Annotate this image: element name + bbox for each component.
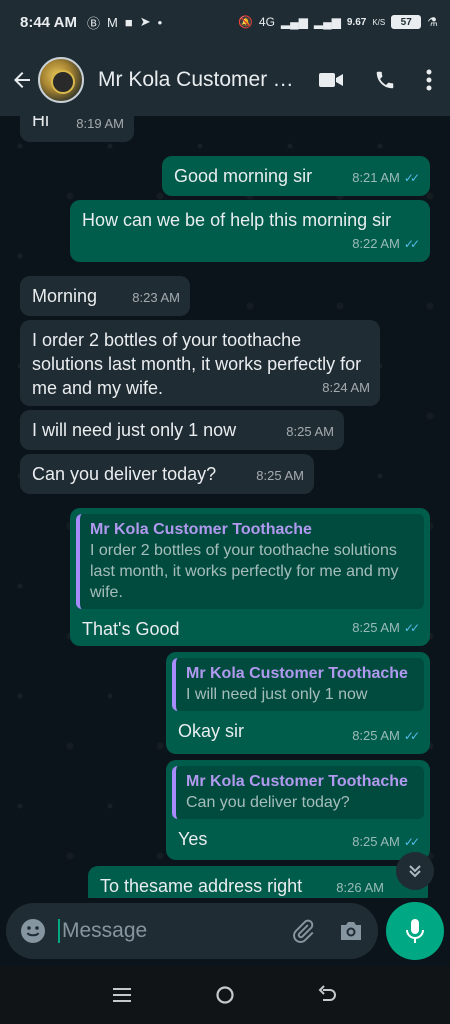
signal-icon: ▂▄▆ [280, 15, 308, 29]
mic-button[interactable] [386, 902, 444, 960]
message-time: 8:25 AM [286, 424, 334, 439]
read-ticks-icon: ✓✓ [403, 835, 420, 849]
attach-icon[interactable] [290, 918, 316, 944]
message-input[interactable]: Message [58, 919, 290, 943]
chat-header: Mr Kola Customer Toothache [0, 44, 450, 116]
quoted-message[interactable]: Mr Kola Customer Toothache Can you deliv… [172, 766, 424, 819]
gmail-icon: M [106, 14, 118, 30]
quoted-sender-name: Mr Kola Customer Toothache [90, 521, 312, 538]
message-composer: Message [0, 898, 450, 964]
message-outgoing-reply[interactable]: Mr Kola Customer Toothache I order 2 bot… [70, 508, 430, 646]
quoted-message[interactable]: Mr Kola Customer Toothache I order 2 bot… [76, 514, 424, 609]
message-text: Morning [32, 286, 98, 306]
read-ticks-icon: ✓✓ [403, 729, 420, 743]
message-text: Okay sir [178, 721, 245, 741]
b-icon: Ⓑ [86, 15, 100, 31]
message-time: 8:21 AM [352, 170, 400, 185]
message-text: Yes [178, 829, 208, 849]
message-text: That's Good [82, 619, 180, 639]
message-outgoing[interactable]: To thesame address right 8:26 AM [88, 866, 428, 898]
message-time: 8:23 AM [132, 290, 180, 305]
message-text: Good morning sir [174, 166, 313, 186]
contact-name[interactable]: Mr Kola Customer Toothache [98, 68, 298, 92]
camera-icon[interactable] [338, 919, 364, 943]
message-time: 8:26 AM [336, 880, 384, 895]
message-time: 8:19 AM [76, 116, 124, 131]
message-text: I will need just only 1 now [32, 420, 237, 440]
square-icon: ■ [124, 14, 133, 30]
mute-icon: 🔕 [237, 15, 253, 29]
quoted-sender-name: Mr Kola Customer Toothache [186, 665, 408, 682]
message-outgoing-reply[interactable]: Mr Kola Customer Toothache Can you deliv… [166, 760, 430, 860]
signal-icon-2: ▂▄▆ [313, 15, 341, 29]
dot-icon: • [157, 14, 163, 30]
mic-icon [406, 919, 425, 943]
message-text: I order 2 bottles of your toothache solu… [32, 330, 362, 398]
read-ticks-icon: ✓✓ [403, 171, 420, 185]
message-outgoing[interactable]: How can we be of help this morning sir 8… [70, 200, 430, 262]
recent-apps-icon[interactable] [112, 986, 132, 1004]
message-time: 8:25 AM [256, 468, 304, 483]
voice-call-icon[interactable] [374, 69, 396, 91]
message-incoming[interactable]: Hi 8:19 AM [20, 116, 134, 142]
video-call-icon[interactable] [318, 70, 344, 90]
quoted-text: I will need just only 1 now [186, 686, 368, 703]
telegram-icon: ➤ [139, 14, 151, 29]
network-label: 4G [258, 15, 275, 29]
quoted-text: Can you deliver today? [186, 794, 350, 811]
message-time: 8:25 AM [352, 620, 400, 635]
message-text: How can we be of help this morning sir [82, 210, 392, 230]
message-incoming[interactable]: Morning 8:23 AM [20, 276, 190, 316]
read-ticks-icon: ✓✓ [403, 621, 420, 635]
back-nav-icon[interactable] [318, 985, 338, 1005]
message-text: To thesame address right [100, 876, 303, 896]
message-text: Hi [32, 116, 49, 130]
message-incoming[interactable]: I will need just only 1 now 8:25 AM [20, 410, 344, 450]
quoted-text: I order 2 bottles of your toothache solu… [90, 542, 399, 601]
avatar[interactable] [38, 57, 84, 103]
message-outgoing-reply[interactable]: Mr Kola Customer Toothache I will need j… [166, 652, 430, 754]
emoji-icon[interactable] [20, 918, 46, 944]
android-nav-bar [0, 966, 450, 1024]
flask-icon: ⚗ [427, 15, 438, 29]
double-chevron-down-icon [409, 865, 421, 878]
home-icon[interactable] [215, 985, 235, 1005]
message-text: Can you deliver today? [32, 464, 217, 484]
message-time: 8:24 AM [322, 380, 370, 395]
speed-unit: K/S [372, 17, 386, 27]
message-incoming[interactable]: Can you deliver today? 8:25 AM [20, 454, 314, 494]
message-input-container[interactable]: Message [6, 903, 379, 959]
battery-icon: 57 [391, 15, 422, 29]
chat-area[interactable]: Hi 8:19 AM Good morning sir 8:21 AM ✓✓ Ho… [0, 116, 450, 898]
message-outgoing[interactable]: Good morning sir 8:21 AM ✓✓ [162, 156, 430, 196]
quoted-message[interactable]: Mr Kola Customer Toothache I will need j… [172, 658, 424, 711]
status-time: 8:44 AM [20, 13, 77, 31]
status-bar: 8:44 AM Ⓑ M ■ ➤ • 🔕 4G ▂▄▆ ▂▄▆ 9.67 K/S … [0, 0, 450, 44]
back-arrow-icon[interactable] [10, 68, 34, 92]
message-time: 8:22 AM [352, 236, 400, 251]
scroll-to-bottom-button[interactable] [396, 852, 434, 890]
more-options-icon[interactable] [426, 69, 432, 91]
quoted-sender-name: Mr Kola Customer Toothache [186, 773, 408, 790]
system-icons: 🔕 4G ▂▄▆ ▂▄▆ 9.67 K/S 57 ⚗ [238, 15, 438, 29]
notification-icons: Ⓑ M ■ ➤ • [87, 13, 162, 32]
speed-value: 9.67 [346, 16, 367, 28]
read-ticks-icon: ✓✓ [403, 237, 420, 251]
message-time: 8:25 AM [352, 834, 400, 849]
message-time: 8:25 AM [352, 728, 400, 743]
message-incoming[interactable]: I order 2 bottles of your toothache solu… [20, 320, 380, 406]
